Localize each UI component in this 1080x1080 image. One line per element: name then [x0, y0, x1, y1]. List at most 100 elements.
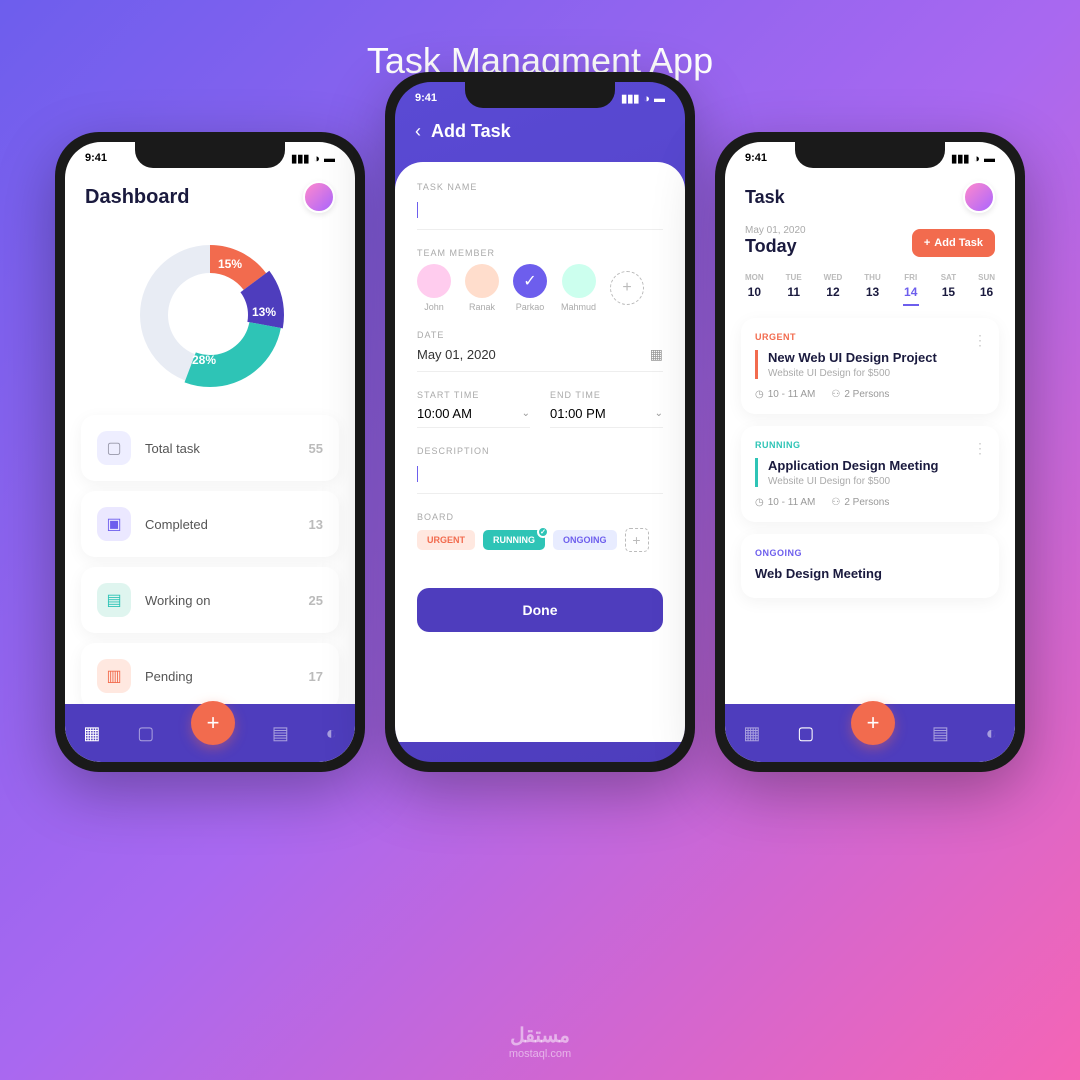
board-urgent[interactable]: URGENT: [417, 530, 475, 550]
watermark-arabic: مستقل: [509, 1023, 571, 1048]
bottom-nav: ▦ ▢ + ▤ ◐: [725, 704, 1015, 762]
persons-icon: ⚇: [831, 497, 840, 508]
add-member-button[interactable]: +: [610, 271, 644, 305]
day-tue[interactable]: TUE11: [786, 273, 802, 306]
start-time-select[interactable]: 10:00 AM⌄: [417, 406, 530, 428]
stat-total[interactable]: ▢Total task55: [81, 415, 339, 481]
pending-folder-icon: ▥: [97, 659, 131, 693]
task-tag: ONGOING: [755, 548, 985, 558]
member-name: Ranak: [469, 302, 495, 312]
wifi-icon: ◑: [643, 93, 650, 105]
task-name: New Web UI Design Project: [768, 350, 985, 365]
stat-value: 25: [309, 593, 323, 608]
end-time-value: 01:00 PM: [550, 406, 606, 421]
member-mahmud[interactable]: Mahmud: [561, 264, 596, 312]
phone-task-list: 9:41 ▮▮▮◑▬ Task May 01, 2020 Today +Add …: [715, 132, 1025, 772]
date-picker[interactable]: May 01, 2020▦: [417, 346, 663, 372]
stat-value: 17: [309, 669, 323, 684]
member-john[interactable]: John: [417, 264, 451, 312]
nav-folder-icon[interactable]: ▢: [797, 723, 814, 744]
nav-grid-icon[interactable]: ▦: [743, 723, 760, 744]
stat-pending[interactable]: ▥ Pending 17: [81, 643, 339, 709]
phone-notch: [135, 142, 285, 168]
check-icon: ✓: [513, 264, 547, 298]
avatar[interactable]: [303, 181, 335, 213]
description-input[interactable]: [417, 462, 663, 494]
donut-chart: 15% 13% 28%: [65, 225, 355, 415]
wifi-icon: ◑: [973, 153, 980, 165]
battery-icon: ▬: [654, 93, 665, 105]
task-list-date: May 01, 2020: [745, 225, 806, 236]
more-icon[interactable]: ⋮: [973, 440, 987, 457]
task-card-running[interactable]: RUNNING ⋮ Application Design Meeting Web…: [741, 426, 999, 522]
start-time-value: 10:00 AM: [417, 406, 472, 421]
nav-calendar-icon[interactable]: ▤: [272, 723, 289, 744]
day-sat[interactable]: SAT15: [941, 273, 956, 306]
task-name: Application Design Meeting: [768, 458, 985, 473]
avatar[interactable]: [963, 181, 995, 213]
persons-icon: ⚇: [831, 389, 840, 400]
task-name-input[interactable]: [417, 198, 663, 230]
battery-icon: ▬: [324, 153, 335, 165]
phone-dashboard: 9:41 ▮▮▮◑▬ Dashboard 15% 13% 28% ▢Total …: [55, 132, 365, 772]
status-time: 9:41: [745, 152, 767, 165]
task-list-title: Task: [745, 187, 785, 208]
back-icon[interactable]: ‹: [415, 121, 421, 142]
task-card-urgent[interactable]: URGENT ⋮ New Web UI Design Project Websi…: [741, 318, 999, 414]
board-label: BOARD: [417, 512, 663, 522]
stat-working[interactable]: ▤Working on25: [81, 567, 339, 633]
date-label: DATE: [417, 330, 663, 340]
date-value: May 01, 2020: [417, 347, 496, 362]
task-tag: URGENT: [755, 332, 985, 342]
task-desc: Website UI Design for $500: [768, 368, 985, 379]
avatar-icon: [562, 264, 596, 298]
nav-grid-icon[interactable]: ▦: [83, 723, 100, 744]
phone-notch: [465, 82, 615, 108]
add-task-button[interactable]: +Add Task: [912, 229, 995, 257]
stat-name: Pending: [145, 669, 295, 684]
task-name-label: TASK NAME: [417, 182, 663, 192]
plus-icon: +: [924, 237, 930, 249]
done-button[interactable]: Done: [417, 588, 663, 632]
board-ongoing[interactable]: ONGOING: [553, 530, 617, 550]
member-parkao[interactable]: ✓ Parkao: [513, 264, 547, 312]
watermark-latin: mostaql.com: [509, 1048, 571, 1060]
task-time: ◷10 - 11 AM: [755, 389, 815, 400]
end-time-select[interactable]: 01:00 PM⌄: [550, 406, 663, 428]
member-ranak[interactable]: Ranak: [465, 264, 499, 312]
status-time: 9:41: [85, 152, 107, 165]
nav-chat-icon[interactable]: ◐: [986, 723, 997, 744]
task-name: Web Design Meeting: [755, 566, 985, 581]
clock-icon: ◷: [755, 497, 764, 508]
task-persons: ⚇2 Persons: [831, 389, 889, 400]
battery-icon: ▬: [984, 153, 995, 165]
board-running[interactable]: RUNNING✓: [483, 530, 545, 550]
progress-folder-icon: ▤: [97, 583, 131, 617]
day-sun[interactable]: SUN16: [978, 273, 995, 306]
nav-calendar-icon[interactable]: ▤: [932, 723, 949, 744]
nav-add-button[interactable]: +: [191, 701, 235, 745]
signal-icon: ▮▮▮: [291, 152, 309, 165]
day-wed[interactable]: WED12: [824, 273, 843, 306]
signal-icon: ▮▮▮: [621, 92, 639, 105]
today-label: Today: [745, 236, 806, 257]
member-name: Parkao: [516, 302, 545, 312]
add-board-button[interactable]: +: [625, 528, 649, 552]
task-tag: RUNNING: [755, 440, 985, 450]
nav-add-button[interactable]: +: [851, 701, 895, 745]
task-card-ongoing[interactable]: ONGOING Web Design Meeting: [741, 534, 999, 598]
avatar-icon: [417, 264, 451, 298]
wifi-icon: ◑: [313, 153, 320, 165]
status-time: 9:41: [415, 92, 437, 105]
chart-label-1: 15%: [218, 257, 242, 271]
clock-icon: ◷: [755, 389, 764, 400]
more-icon[interactable]: ⋮: [973, 332, 987, 349]
stat-value: 13: [309, 517, 323, 532]
nav-folder-icon[interactable]: ▢: [137, 723, 154, 744]
day-thu[interactable]: THU13: [864, 273, 880, 306]
day-fri[interactable]: FRI14: [903, 273, 919, 306]
end-time-label: END TIME: [550, 390, 663, 400]
nav-chat-icon[interactable]: ◐: [326, 723, 337, 744]
stat-completed[interactable]: ▣Completed13: [81, 491, 339, 557]
day-mon[interactable]: MON10: [745, 273, 764, 306]
